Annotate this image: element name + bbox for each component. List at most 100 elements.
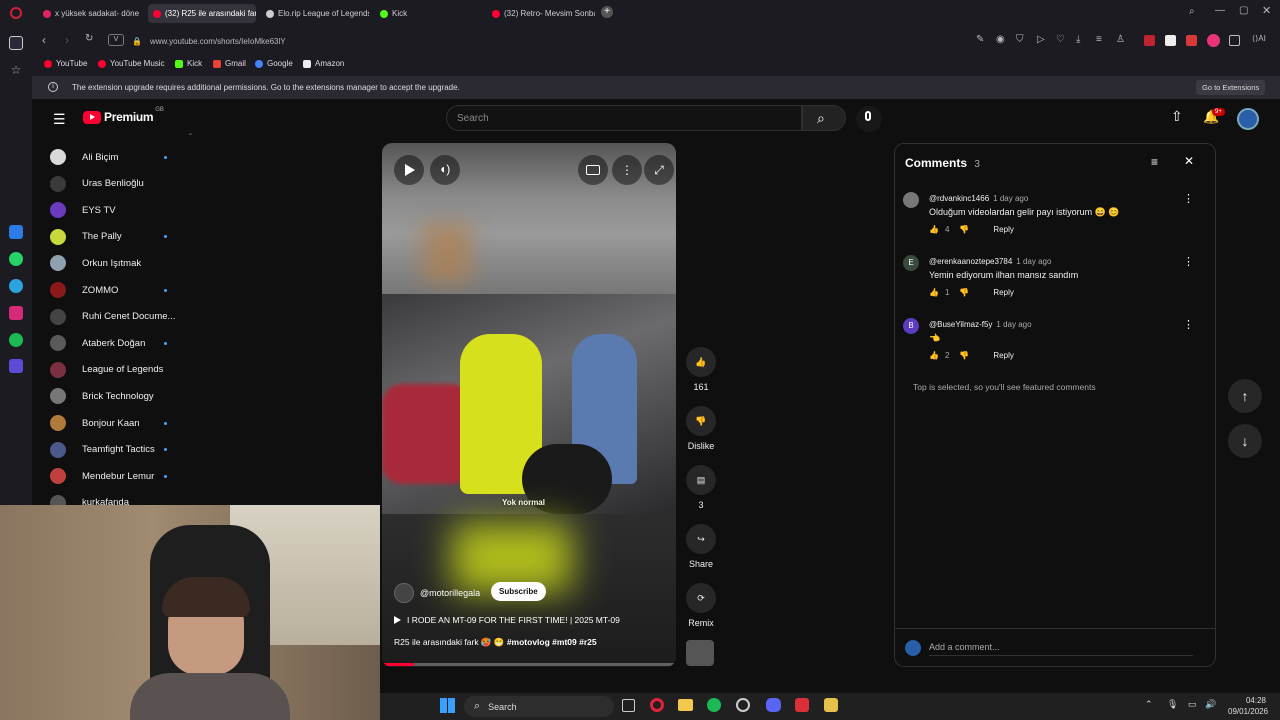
comment-avatar[interactable]: E — [903, 255, 919, 271]
close-window-button[interactable]: ✕ — [1262, 4, 1271, 17]
go-to-extensions-button[interactable]: Go to Extensions — [1196, 80, 1266, 95]
bookmark-youtube[interactable]: YouTube — [44, 59, 87, 68]
subscription-item[interactable]: Ali Biçim — [50, 147, 167, 167]
short-video-player[interactable]: Yok normal ◖) ⋮ ⤢ @motorillegala Subscri… — [382, 143, 676, 667]
tray-mic-icon[interactable]: 🎙 — [1167, 699, 1178, 710]
new-tab-button[interactable]: + — [601, 6, 613, 18]
subscription-item[interactable]: Mendebur Lemur — [50, 466, 167, 486]
telegram-icon[interactable] — [9, 279, 23, 293]
tray-network-icon[interactable]: ▭ — [1188, 699, 1197, 710]
download-icon[interactable]: ⤓ — [1076, 34, 1080, 45]
comment-like-icon[interactable]: 👍 — [929, 351, 939, 360]
comment-handle[interactable]: @rdvankinc1466 — [929, 194, 989, 203]
reload-icon[interactable]: ↻ — [85, 33, 93, 44]
upload-icon[interactable]: ⇧ — [1171, 108, 1183, 125]
comment-handle[interactable]: @erenkaanoztepe3784 — [929, 257, 1012, 266]
file-explorer-icon[interactable] — [678, 699, 693, 711]
bookmark-youtube-music[interactable]: YouTube Music — [98, 59, 165, 68]
search-tabs-icon[interactable]: ⌕ — [1189, 6, 1195, 17]
profile-icon[interactable]: ♙ — [1116, 34, 1125, 45]
add-comment-input[interactable]: Add a comment... — [929, 642, 1193, 656]
url-badge[interactable]: V — [108, 34, 124, 46]
forward-arrow-icon[interactable]: › — [65, 33, 69, 47]
subscription-item[interactable]: Brick Technology — [50, 386, 154, 406]
share-action[interactable]: ↪ Share — [684, 524, 718, 569]
mute-button[interactable]: ◖) — [430, 155, 460, 185]
opera-taskbar-icon[interactable] — [650, 698, 664, 712]
comments-action[interactable]: ▤ 3 — [684, 465, 718, 510]
like-action[interactable]: 👍 161 — [684, 347, 718, 392]
subscription-item[interactable]: Ataberk Doğan — [50, 333, 167, 353]
related-video-link[interactable]: I RODE AN MT-09 FOR THE FIRST TIME! | 20… — [394, 615, 620, 625]
progress-bar[interactable] — [382, 663, 676, 666]
channel-handle[interactable]: @motorillegala — [420, 588, 480, 598]
camera-icon[interactable]: ◉ — [996, 34, 1005, 45]
discord-taskbar-icon[interactable] — [766, 698, 781, 712]
comment-avatar[interactable]: B — [903, 318, 919, 334]
extension-3-icon[interactable] — [1186, 35, 1197, 46]
reply-button[interactable]: Reply — [993, 225, 1013, 234]
subscription-item[interactable]: The Pally — [50, 227, 167, 247]
fullscreen-button[interactable]: ⤢ — [644, 155, 674, 185]
messenger-icon[interactable] — [9, 225, 23, 239]
ai-icon[interactable]: ⟨⟩AI — [1252, 34, 1266, 43]
maximize-button[interactable]: ▢ — [1239, 5, 1248, 16]
subscription-item[interactable]: EYS TV — [50, 200, 116, 220]
sort-icon[interactable]: ≡ — [1151, 155, 1158, 169]
whatsapp-icon[interactable] — [9, 252, 23, 266]
remix-action[interactable]: ⟳ Remix — [684, 583, 718, 628]
app-taskbar-icon[interactable] — [736, 698, 750, 712]
opera-logo-icon[interactable] — [10, 7, 22, 19]
taskbar-search[interactable]: ⌕ Search — [464, 696, 614, 717]
comment-more-icon[interactable]: ⋮ — [1183, 192, 1194, 205]
browser-tab[interactable]: (32) Retro- Mevsim Sonba — [487, 4, 595, 23]
browser-tab[interactable]: Elo.rip League of Legends — [261, 4, 369, 23]
extension-4-icon[interactable] — [1207, 34, 1220, 47]
search-input[interactable]: Search — [446, 105, 802, 131]
browser-tab[interactable]: (32) R25 ile arasındaki fark — [148, 4, 256, 23]
more-options-button[interactable]: ⋮ — [612, 155, 642, 185]
comment-like-icon[interactable]: 👍 — [929, 288, 939, 297]
subscription-item[interactable]: Teamfight Tactics — [50, 440, 167, 460]
comment-dislike-icon[interactable]: 👎 — [959, 288, 969, 297]
bookmark-kick[interactable]: Kick — [175, 59, 202, 68]
red-app-taskbar-icon[interactable] — [795, 698, 809, 712]
captions-button[interactable] — [578, 155, 608, 185]
search-button[interactable]: ⌕ — [802, 105, 846, 131]
minimize-button[interactable]: — — [1215, 5, 1225, 16]
next-short-button[interactable]: ↓ — [1228, 424, 1262, 458]
account-avatar[interactable] — [1237, 108, 1259, 130]
comment-more-icon[interactable]: ⋮ — [1183, 318, 1194, 331]
sound-thumbnail[interactable] — [686, 640, 714, 666]
dislike-action[interactable]: 👎 Dislike — [684, 406, 718, 451]
voice-search-button[interactable] — [856, 106, 882, 132]
comment-like-icon[interactable]: 👍 — [929, 225, 939, 234]
comment-dislike-icon[interactable]: 👎 — [959, 351, 969, 360]
play-button[interactable] — [394, 155, 424, 185]
extension-2-icon[interactable] — [1165, 35, 1176, 46]
browser-tab[interactable]: x yüksek sadakat- döne — [38, 4, 144, 23]
player-icon[interactable] — [9, 359, 23, 373]
comment-dislike-icon[interactable]: 👎 — [959, 225, 969, 234]
clock[interactable]: 04:28 09/01/2026 — [1228, 695, 1268, 717]
instagram-icon[interactable] — [9, 306, 23, 320]
scroll-up-chevron-icon[interactable]: ⌃ — [187, 132, 194, 141]
spotify-taskbar-icon[interactable] — [707, 698, 721, 712]
home-icon[interactable] — [9, 36, 23, 50]
extension-1-icon[interactable] — [1144, 35, 1155, 46]
menu-icon[interactable]: ≡ — [1096, 34, 1102, 45]
browser-tab[interactable]: Kick — [375, 4, 483, 23]
task-view-icon[interactable] — [622, 699, 635, 712]
close-comments-icon[interactable]: ✕ — [1184, 154, 1194, 168]
windows-start-icon[interactable] — [440, 698, 455, 713]
comment-handle[interactable]: @BuseYilmaz-f5y — [929, 320, 992, 329]
subscription-item[interactable]: League of Legends — [50, 360, 163, 380]
bookmark-google[interactable]: Google — [255, 59, 293, 68]
subscribe-button[interactable]: Subscribe — [491, 582, 546, 601]
heart-icon[interactable]: ♡ — [1056, 34, 1065, 45]
previous-short-button[interactable]: ↑ — [1228, 379, 1262, 413]
subscription-item[interactable]: Orkun Işıtmak — [50, 253, 141, 273]
comment-avatar[interactable] — [903, 192, 919, 208]
bookmark-gmail[interactable]: Gmail — [213, 59, 246, 68]
spotify-icon[interactable] — [9, 333, 23, 347]
